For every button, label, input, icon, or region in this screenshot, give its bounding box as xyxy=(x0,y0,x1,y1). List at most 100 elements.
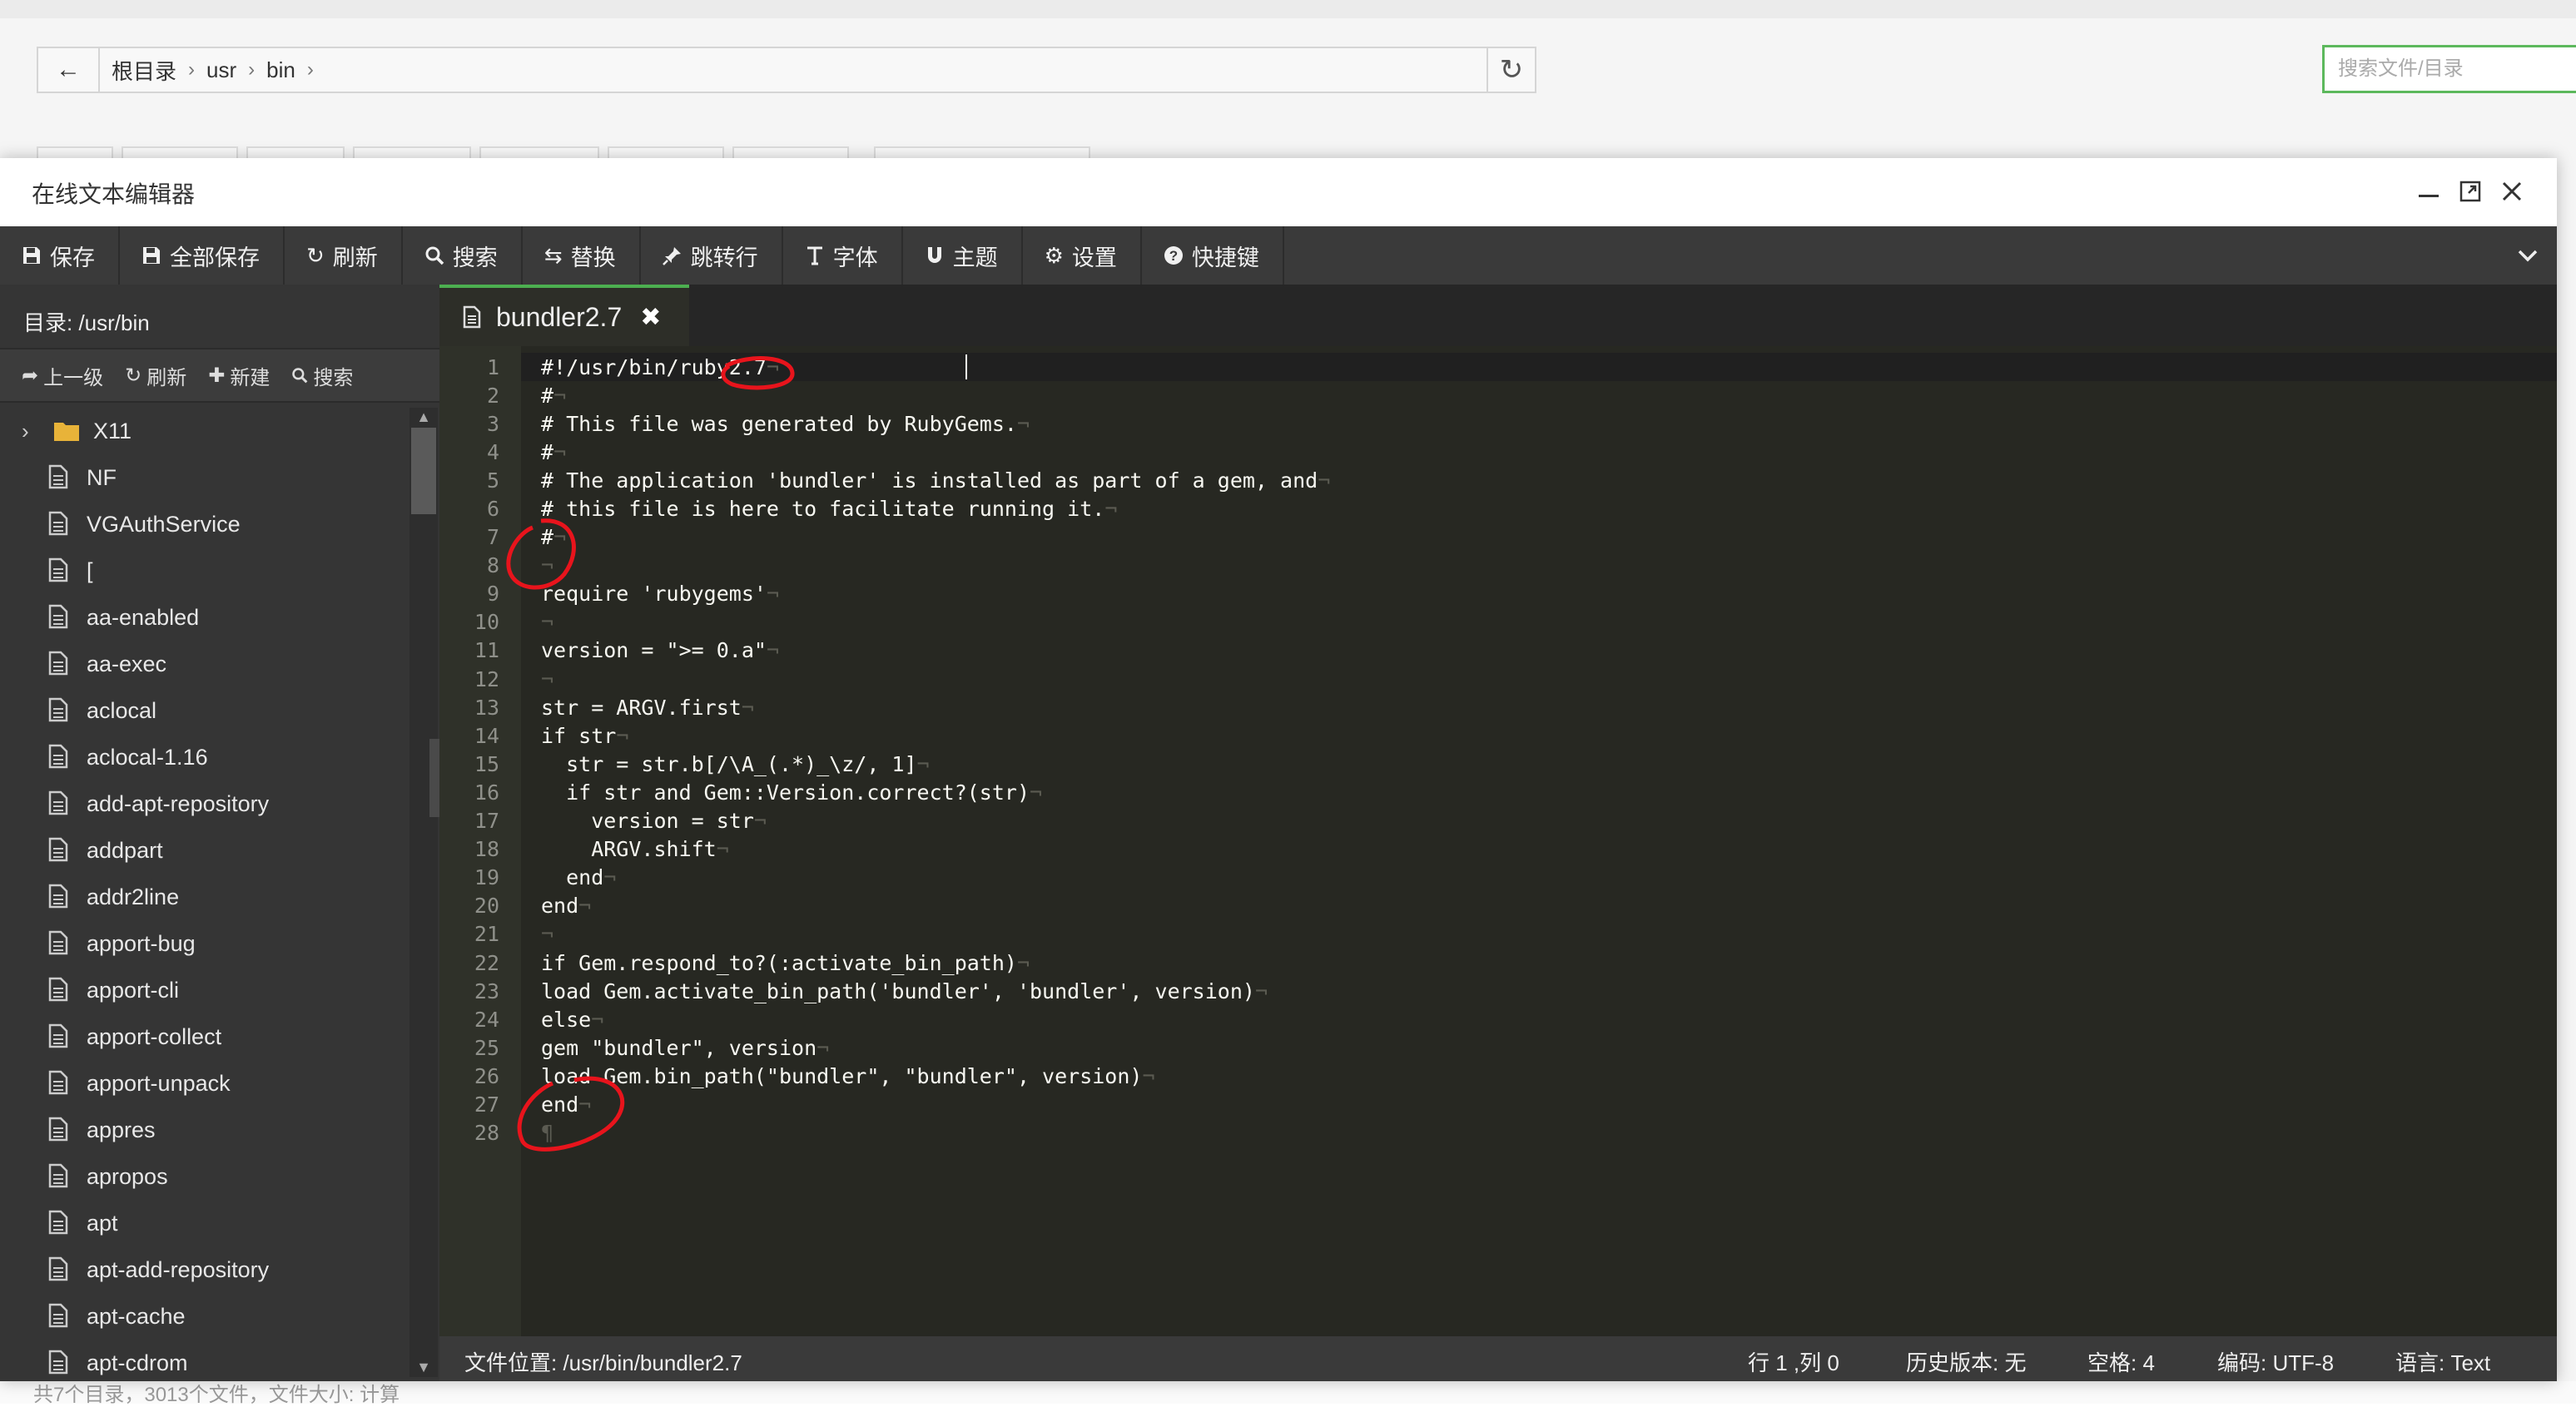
tree-file[interactable]: aa-exec xyxy=(0,641,408,687)
tree-file[interactable]: aclocal xyxy=(0,687,408,734)
tree-file[interactable]: [ xyxy=(0,547,408,594)
tree-item-label: aclocal-1.16 xyxy=(87,744,208,770)
eol-marker: ¬ xyxy=(1142,1063,1155,1088)
tree-item-label: add-apt-repository xyxy=(87,790,270,816)
sidebar-scroll-thumb[interactable] xyxy=(411,428,436,514)
scroll-down-icon[interactable]: ▼ xyxy=(411,1358,436,1376)
save-all-button[interactable]: 全部保存 xyxy=(120,226,285,285)
back-arrow-icon[interactable]: ← xyxy=(38,48,100,92)
chevron-right-icon[interactable]: › xyxy=(22,419,47,444)
code-line: 5 # The application 'bundler' is installe… xyxy=(439,466,2557,494)
address-bar[interactable]: ← 根目录 › usr › bin › ↻ xyxy=(37,47,1536,93)
sidebar-scrollbar[interactable] xyxy=(409,408,438,1377)
new-file-button[interactable]: ✚ 新建 xyxy=(208,361,270,390)
code-line: 9 require 'rubygems' ¬ xyxy=(439,580,2557,608)
line-number: 1 xyxy=(486,354,499,379)
tree-file[interactable]: apropos xyxy=(0,1153,408,1200)
address-refresh-icon[interactable]: ↻ xyxy=(1487,48,1535,92)
tab-label: bundler2.7 xyxy=(496,301,623,332)
replace-button[interactable]: ⇆ 替换 xyxy=(523,226,641,285)
goto-line-button[interactable]: 跳转行 xyxy=(641,226,783,285)
indent-setting[interactable]: 空格: 4 xyxy=(2087,1346,2155,1377)
encoding-setting[interactable]: 编码: UTF-8 xyxy=(2217,1346,2334,1377)
line-number: 25 xyxy=(474,1035,499,1060)
tree-item-label: apt-cache xyxy=(87,1303,186,1329)
breadcrumb-usr[interactable]: usr xyxy=(206,57,236,83)
tree-file[interactable]: NF xyxy=(0,454,408,501)
tree-file[interactable]: apport-unpack xyxy=(0,1060,408,1107)
code-editor[interactable]: 1 #!/usr/bin/ruby2.7 ¬ 2 # ¬ 3 # This file was … xyxy=(439,346,2557,1336)
chevron-down-icon[interactable] xyxy=(2499,226,2557,285)
tree-item-label: addr2line xyxy=(87,884,180,909)
editor-titlebar: 在线文本编辑器 xyxy=(0,158,2557,226)
tree-file[interactable]: add-apt-repository xyxy=(0,780,408,827)
tree-file[interactable]: aa-enabled xyxy=(0,594,408,641)
search-button[interactable]: 搜索 xyxy=(403,226,523,285)
code-line: 20 end ¬ xyxy=(439,892,2557,920)
font-button[interactable]: 字体 xyxy=(783,226,903,285)
code-text: end xyxy=(541,865,604,890)
sidebar-search-button[interactable]: 搜索 xyxy=(291,361,353,390)
eol-marker: ¬ xyxy=(541,610,554,635)
tab-bundler[interactable]: bundler2.7 ✖ xyxy=(439,285,690,346)
status-bar: 文件位置: /usr/bin/bundler2.7 行 1 ,列 0 历史版本:… xyxy=(439,1336,2557,1381)
tree-file[interactable]: appres xyxy=(0,1107,408,1153)
tree-folder[interactable]: › X11 xyxy=(0,408,408,454)
breadcrumb-bin[interactable]: bin xyxy=(266,57,295,83)
maximize-icon[interactable] xyxy=(2452,173,2489,210)
refresh-button[interactable]: ↻ 刷新 xyxy=(285,226,403,285)
code-text: # this file is here to facilitate runnin… xyxy=(541,497,1105,522)
file-icon xyxy=(48,930,73,957)
code-text: str = str.b[/\A_(.*)_\z/, 1] xyxy=(541,751,917,776)
save-button[interactable]: 保存 xyxy=(0,226,120,285)
code-text: #!/usr/bin/ruby2.7 xyxy=(541,354,767,379)
tree-file[interactable]: apt-cache xyxy=(0,1293,408,1340)
language-setting[interactable]: 语言: Text xyxy=(2395,1346,2490,1377)
file-search-input[interactable]: 搜索文件/目录 xyxy=(2322,45,2576,93)
line-number: 11 xyxy=(474,638,499,663)
settings-button[interactable]: ⚙ 设置 xyxy=(1023,226,1142,285)
sidebar-refresh-button[interactable]: ↻ 刷新 xyxy=(125,361,186,390)
close-icon[interactable] xyxy=(2494,173,2530,210)
refresh-icon: ↻ xyxy=(125,364,142,387)
file-icon xyxy=(48,1210,73,1236)
tree-file[interactable]: addr2line xyxy=(0,874,408,920)
shortcuts-button[interactable]: ? 快捷键 xyxy=(1142,226,1284,285)
up-level-button[interactable]: ➦ 上一级 xyxy=(22,361,103,390)
eol-marker: ¬ xyxy=(591,1007,604,1032)
tree-file[interactable]: apport-bug xyxy=(0,920,408,967)
breadcrumb-root[interactable]: 根目录 xyxy=(112,55,176,86)
gear-icon: ⚙ xyxy=(1044,242,1064,268)
tree-file[interactable]: apt-cdrom xyxy=(0,1340,408,1377)
tree-file[interactable]: apt xyxy=(0,1200,408,1246)
code-text: gem "bundler", version xyxy=(541,1035,817,1060)
tree-file[interactable]: addpart xyxy=(0,827,408,874)
file-icon xyxy=(48,1163,73,1190)
tree-file[interactable]: apport-cli xyxy=(0,967,408,1013)
file-icon xyxy=(48,1256,73,1283)
history-version[interactable]: 历史版本: 无 xyxy=(1906,1346,2026,1377)
scroll-up-icon[interactable]: ▲ xyxy=(411,408,436,426)
tree-item-label: [ xyxy=(87,557,93,583)
file-icon xyxy=(48,604,73,631)
file-icon xyxy=(48,790,73,817)
tree-item-label: X11 xyxy=(93,418,132,443)
eol-marker: ¬ xyxy=(541,922,554,947)
code-text: if str and Gem::Version.correct?(str) xyxy=(541,780,1030,805)
line-number: 10 xyxy=(474,610,499,635)
line-number: 8 xyxy=(486,553,499,578)
minimize-icon[interactable] xyxy=(2410,173,2447,210)
tree-file[interactable]: apport-collect xyxy=(0,1013,408,1060)
file-tree-sidebar: 目录: /usr/bin ➦ 上一级 ↻ 刷新 ✚ 新建 搜索 › X11 NF VGAut… xyxy=(0,285,439,1381)
tree-file[interactable]: aclocal-1.16 xyxy=(0,734,408,780)
tab-close-icon[interactable]: ✖ xyxy=(640,303,661,332)
code-line: 7 # ¬ xyxy=(439,523,2557,552)
folder-icon xyxy=(53,420,80,442)
code-text: require 'rubygems' xyxy=(541,582,767,607)
tree-item-label: addpart xyxy=(87,837,163,863)
eol-marker: ¬ xyxy=(741,695,754,720)
tree-file[interactable]: apt-add-repository xyxy=(0,1246,408,1293)
tree-file[interactable]: VGAuthService xyxy=(0,501,408,547)
theme-button[interactable]: 主题 xyxy=(903,226,1023,285)
cursor-position[interactable]: 行 1 ,列 0 xyxy=(1748,1346,1839,1377)
